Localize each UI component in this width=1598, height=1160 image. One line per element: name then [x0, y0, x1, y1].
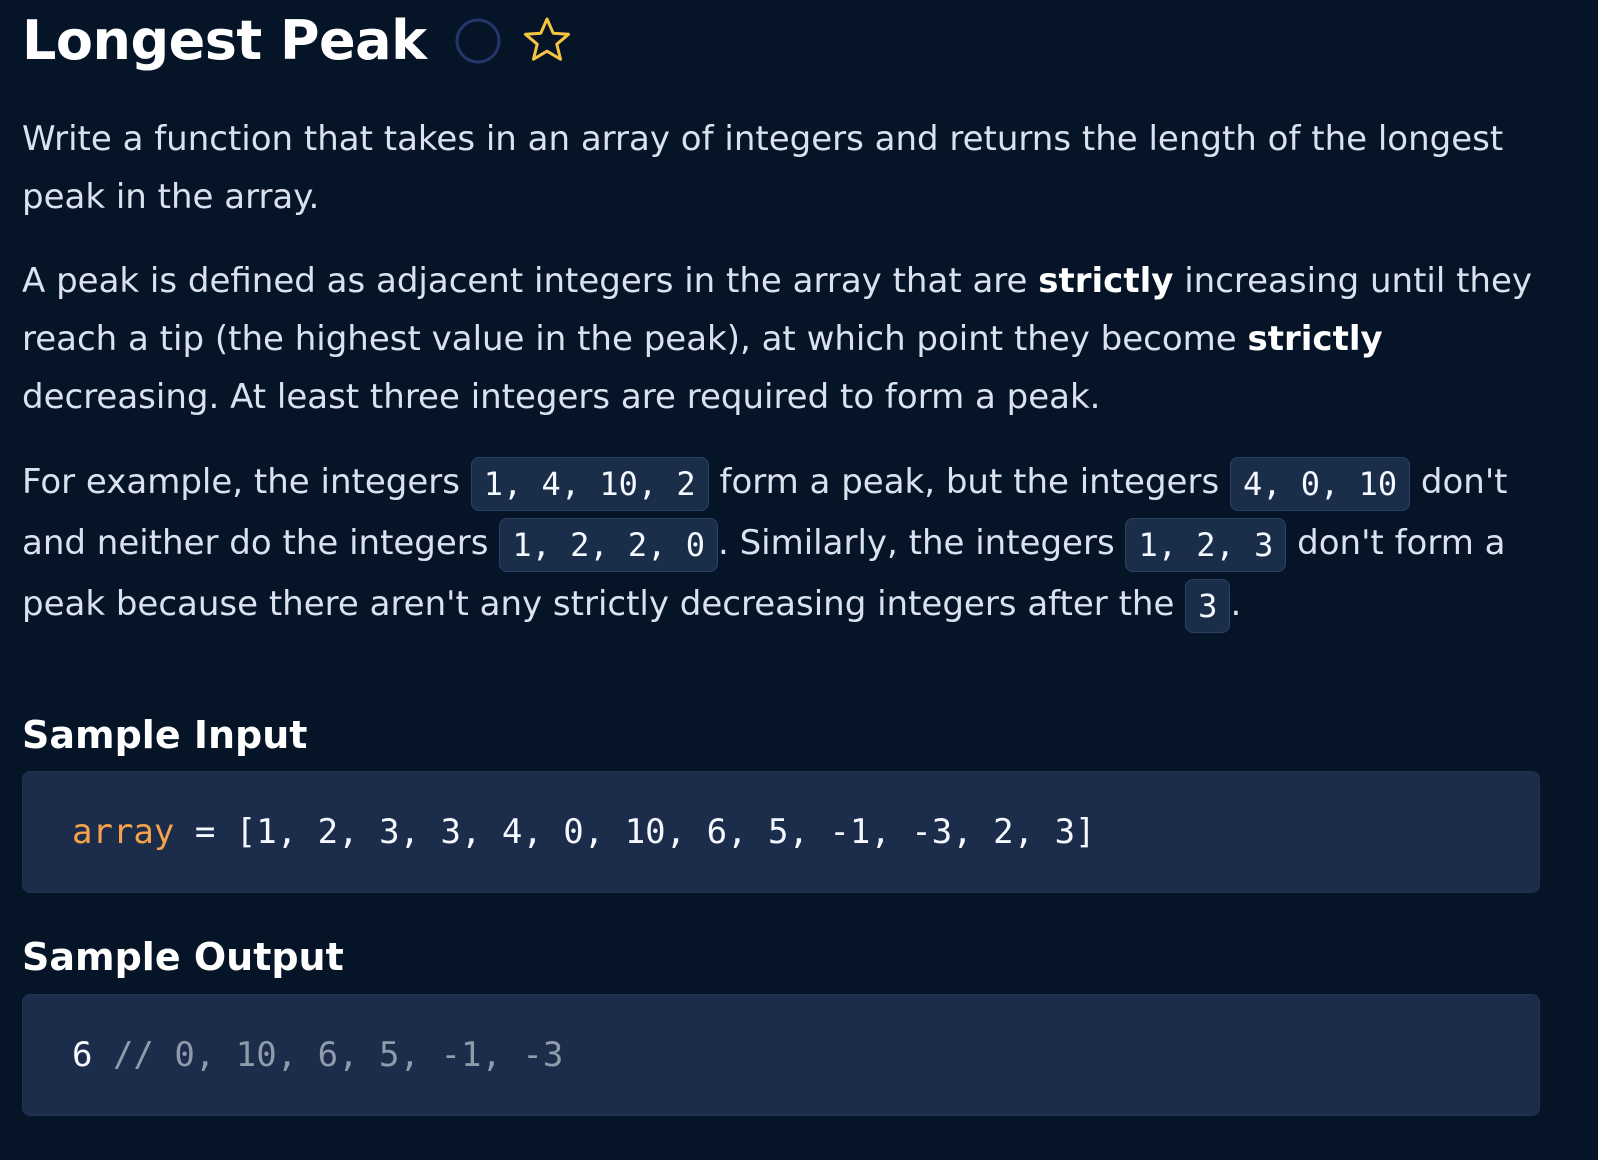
- description-text: A peak is defined as adjacent integers i…: [22, 261, 1039, 301]
- star-outline-icon[interactable]: [521, 15, 573, 67]
- emphasis-strictly: strictly: [1038, 261, 1174, 301]
- problem-title: Longest Peak: [22, 9, 427, 72]
- code-operator: =: [174, 812, 236, 852]
- inline-code: 1, 2, 3: [1125, 517, 1287, 572]
- code-variable: array: [72, 812, 175, 852]
- code-array-value: [1, 2, 3, 3, 4, 0, 10, 6, 5, -1, -3, 2, …: [235, 812, 1096, 852]
- description-paragraph-2: A peak is defined as adjacent integers i…: [22, 252, 1540, 426]
- code-output-value: 6: [72, 1035, 93, 1075]
- description-text: decreasing. At least three integers are …: [22, 377, 1101, 417]
- description-paragraph-3: For example, the integers 1, 4, 10, 2 fo…: [22, 452, 1540, 635]
- sample-input-title: Sample Input: [22, 713, 308, 757]
- sample-output-code-block: 6 // 0, 10, 6, 5, -1, -3: [22, 994, 1540, 1116]
- title-row: Longest Peak: [22, 0, 1540, 82]
- problem-page: Longest Peak Write a function that takes…: [22, 0, 1540, 1116]
- inline-code: 3: [1185, 578, 1231, 633]
- description-text: form a peak, but the integers: [708, 462, 1230, 502]
- inline-code: 4, 0, 10: [1229, 456, 1411, 511]
- inline-code: 1, 2, 2, 0: [499, 517, 718, 572]
- code-comment: // 0, 10, 6, 5, -1, -3: [92, 1035, 564, 1075]
- circle-outline-icon[interactable]: [455, 18, 501, 64]
- description-text: . Similarly, the integers: [717, 523, 1126, 563]
- description-text: For example, the integers: [22, 462, 471, 502]
- sample-output-title: Sample Output: [22, 935, 344, 979]
- emphasis-strictly: strictly: [1247, 319, 1383, 359]
- sample-input-code-block: array = [1, 2, 3, 3, 4, 0, 10, 6, 5, -1,…: [22, 771, 1540, 893]
- inline-code: 1, 4, 10, 2: [470, 456, 709, 511]
- description-paragraph-1: Write a function that takes in an array …: [22, 119, 1504, 217]
- description-text: .: [1230, 584, 1242, 624]
